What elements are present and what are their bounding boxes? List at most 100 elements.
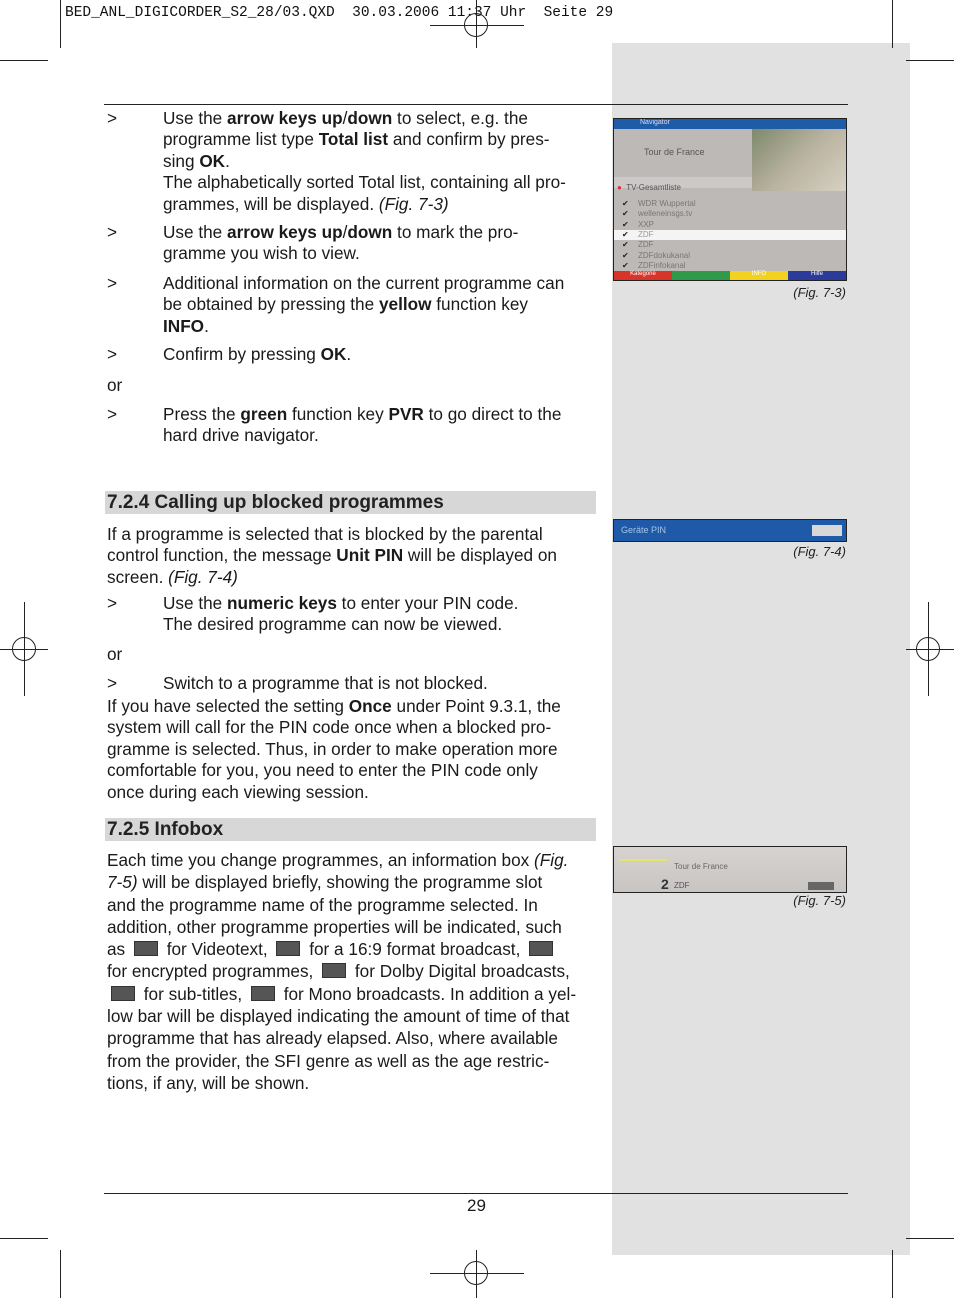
instruction-step: Press the green function key PVR to go d… <box>163 404 603 447</box>
text: sing <box>163 150 200 171</box>
channel-name: ZDF <box>638 229 654 239</box>
mono-icon <box>250 985 275 1001</box>
bold-text: down <box>347 222 393 242</box>
text-line: 7-5) will be displayed briefly, showing … <box>107 871 597 893</box>
text-line: INFO. <box>163 316 603 337</box>
bullet-marker: > <box>107 404 118 424</box>
text-line: Each time you change programmes, an info… <box>107 849 597 871</box>
text: The alphabetically sorted Total list, co… <box>163 172 566 193</box>
text-line: as for Videotext, for a 16:9 format broa… <box>107 938 597 960</box>
instruction-step: Use the arrow keys up/down to select, e.… <box>163 108 603 215</box>
channel-row: ✔ XXP <box>614 220 846 230</box>
text-line: comfortable for you, you need to enter t… <box>107 760 597 781</box>
text: low bar will be displayed indicating the… <box>107 1006 570 1027</box>
bullet-marker: > <box>107 593 118 613</box>
text-line: be obtained by pressing the yellow funct… <box>163 294 603 315</box>
text: function key <box>287 404 389 424</box>
text-line: and the programme name of the programme … <box>107 894 597 916</box>
figure-ref: (Fig. <box>534 850 569 870</box>
text: grammes, will be displayed. <box>163 193 379 214</box>
text: Use the <box>163 593 228 613</box>
text: Switch to a programme that is not blocke… <box>163 673 488 693</box>
bold-text: Once <box>348 696 392 716</box>
text: . <box>204 315 209 336</box>
or-label: or <box>107 644 123 664</box>
screen-programme: Tour de France <box>644 147 705 157</box>
check-icon: ✔ <box>622 229 629 239</box>
text-line: sing OK. <box>163 151 603 172</box>
bold-text: OK <box>199 150 226 171</box>
text-line: tions, if any, will be shown. <box>107 1072 597 1094</box>
text: under Point 9.3.1, the <box>391 696 561 716</box>
channel-name: XXP <box>638 219 655 229</box>
text: will be displayed briefly, showing the p… <box>137 872 543 893</box>
text: and confirm by pres- <box>388 129 550 150</box>
text: hard drive navigator. <box>163 425 319 446</box>
infobox-programme: Tour de France <box>674 862 728 871</box>
crop-mark <box>892 1250 893 1298</box>
text-line: for encrypted programmes, for Dolby Digi… <box>107 960 597 982</box>
text: for Dolby Digital broadcasts, <box>350 961 570 982</box>
text: If you have selected the setting <box>107 696 349 716</box>
channel-row: ✔ ZDF <box>614 240 846 250</box>
check-icon: ✔ <box>622 209 629 219</box>
text: control function, the message <box>107 545 337 566</box>
bold-text: arrow keys up <box>227 222 343 242</box>
instruction-step: Additional information on the current pr… <box>163 273 603 337</box>
registration-circle <box>464 1261 488 1285</box>
infobox-slot: 2 <box>661 876 669 892</box>
figure-ref: (Fig. 7-3) <box>378 193 449 214</box>
bold-text: green <box>240 404 288 424</box>
bullet-marker: > <box>107 344 118 364</box>
crop-mark <box>906 1238 954 1239</box>
figure-7-3-navigator-screenshot: Navigator Tour de France ● TV-Gesamtlist… <box>613 118 847 281</box>
page-number: 29 <box>467 1196 486 1215</box>
text-line: control function, the message Unit PIN w… <box>107 545 597 566</box>
text-line: Additional information on the current pr… <box>163 273 603 294</box>
video-preview <box>752 129 846 191</box>
bold-text: Unit PIN <box>336 545 404 566</box>
check-icon: ✔ <box>622 219 629 229</box>
text: function key <box>431 294 528 315</box>
text: gramme you wish to view. <box>163 243 360 264</box>
channel-row: ✔ ZDFinfokanal <box>614 261 846 271</box>
text-line: Use the arrow keys up/down to mark the p… <box>163 222 603 243</box>
channel-name: ZDFinfokanal <box>638 260 686 270</box>
text-line: for sub-titles, for Mono broadcasts. In … <box>107 983 597 1005</box>
channel-row: ✔ ZDF <box>614 229 846 240</box>
elapsed-bar <box>619 859 667 861</box>
crop-mark <box>0 1238 48 1239</box>
crop-mark <box>60 1250 61 1298</box>
channel-list: ✔ WDR Wuppertal ✔ welleneinsgs.tv ✔ XXP ✔ ZDF ✔ Z… <box>614 199 846 271</box>
text: to mark the pro- <box>392 222 519 242</box>
text: as <box>107 939 130 960</box>
text: The desired programme can now be viewed. <box>163 614 503 635</box>
instruction-step: Use the numeric keys to enter your PIN c… <box>163 593 603 636</box>
text: and the programme name of the programme … <box>107 894 538 915</box>
text: Additional information on the current pr… <box>163 273 565 293</box>
bold-text: INFO <box>163 315 205 336</box>
text-line: gramme you wish to view. <box>163 243 603 264</box>
text-line: system will call for the PIN code once w… <box>107 717 597 738</box>
figure-ref: 7-5) <box>107 872 138 893</box>
function-key <box>672 271 730 280</box>
text-line: Use the numeric keys to enter your PIN c… <box>163 593 603 614</box>
bold-text: numeric keys <box>227 593 337 613</box>
paragraph: Each time you change programmes, an info… <box>107 849 597 1094</box>
text: programme list type <box>163 129 319 150</box>
text-line: once during each viewing session. <box>107 782 597 803</box>
text-line: low bar will be displayed indicating the… <box>107 1005 597 1027</box>
text: for a 16:9 format broadcast, <box>304 939 526 960</box>
figure-caption: (Fig. 7-4) <box>793 544 846 559</box>
crop-mark <box>0 60 48 61</box>
text: from the provider, the SFI genre as well… <box>107 1050 550 1071</box>
text: Each time you change programmes, an info… <box>107 850 535 870</box>
16-9-icon <box>276 941 301 957</box>
heading-7-2-4: 7.2.4 Calling up blocked programmes <box>105 491 596 514</box>
text: addition, other programme properties wil… <box>107 916 562 937</box>
text: for Mono broadcasts. In addition a yel- <box>278 983 577 1004</box>
text: screen. <box>107 566 169 587</box>
text-line: If you have selected the setting Once un… <box>107 696 597 717</box>
screen-title: Navigator <box>640 119 670 126</box>
bold-text: OK <box>320 344 347 364</box>
